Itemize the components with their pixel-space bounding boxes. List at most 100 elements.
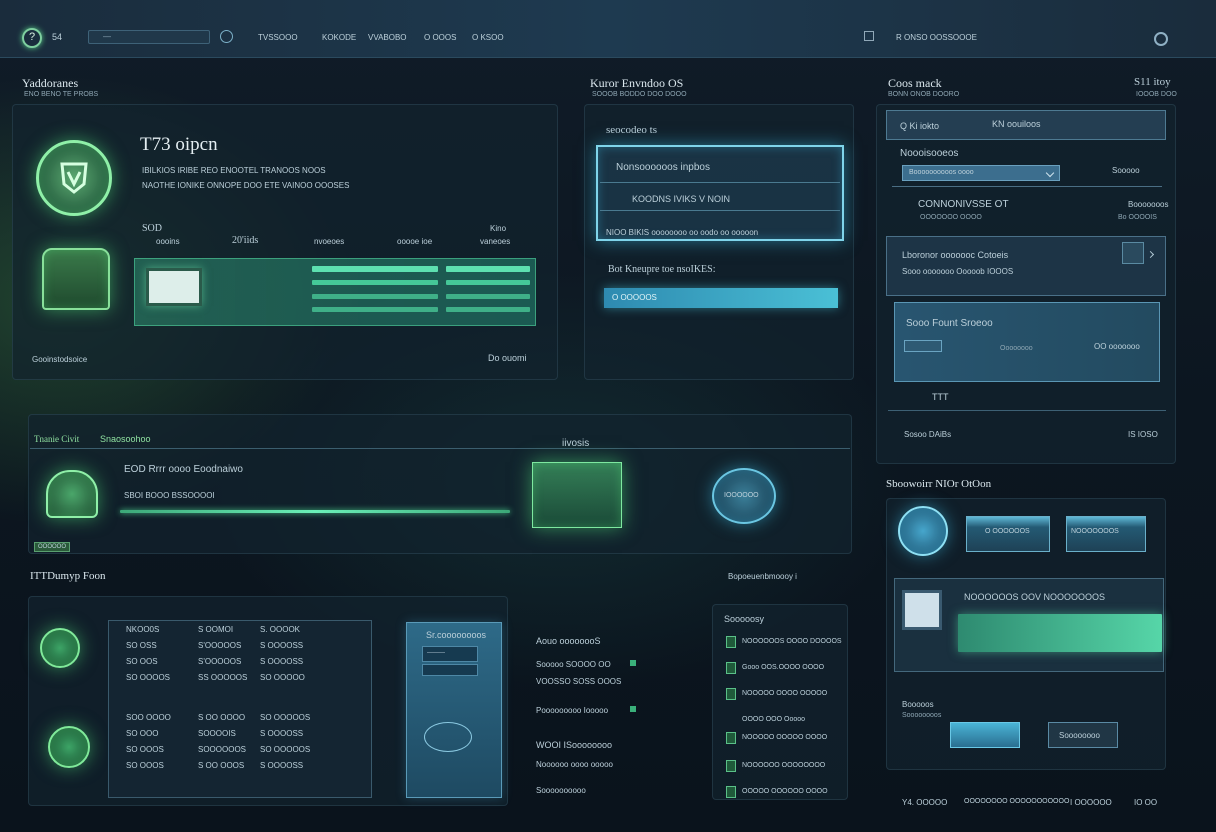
image-icon[interactable] bbox=[1122, 242, 1144, 264]
divider bbox=[600, 210, 840, 211]
panel-f-side-b[interactable]: Sooooo SOOOO OO bbox=[536, 660, 611, 669]
nav-item-5[interactable]: O KSOO bbox=[472, 33, 504, 42]
panel-b-box-item[interactable]: KOODNS IVIKS V NOIN bbox=[632, 194, 730, 204]
panel-c-select-text: Boooooooooos oooo bbox=[909, 169, 974, 176]
panel-c-inner-text: Sooo Fount Sroeoo bbox=[906, 318, 993, 329]
list-item[interactable]: NOOOOO OOOOO OOOO bbox=[724, 730, 844, 748]
fingerprint-icon bbox=[40, 628, 80, 668]
panel-a-line2: NAOTHE IONIKE ONNOPE DOO ETE VAINOO OOOS… bbox=[142, 181, 350, 190]
list-item[interactable]: Gooo OOS.OOOO OOOO bbox=[724, 660, 844, 678]
panel-h-bar2[interactable]: NOOOOOOOS bbox=[1066, 516, 1146, 552]
panel-c-sec2: Lboronor ooooooc Cotoeis bbox=[902, 250, 1009, 260]
nav-item-3[interactable]: VVABOBO bbox=[368, 33, 407, 42]
panel-c-select[interactable]: Boooooooooos oooo bbox=[902, 165, 1060, 181]
menu-icon[interactable] bbox=[864, 31, 874, 41]
progress-a-1 bbox=[312, 266, 438, 272]
panel-a-title: Yaddoranes bbox=[22, 76, 79, 90]
footer-1: Y4. OOOOO bbox=[902, 798, 948, 807]
checkbox-icon bbox=[726, 636, 736, 648]
panel-f-field[interactable]: ——— bbox=[422, 646, 478, 662]
panel-a-footer-left: Gooinstodsoice bbox=[32, 355, 88, 364]
progress-a-2 bbox=[446, 266, 530, 272]
table-row[interactable]: SO OOOS S OO OOOS S OOOOSS bbox=[108, 756, 372, 774]
panel-b-bar-text: O OOOOOS bbox=[612, 293, 657, 302]
panel-c-row1b: KN oouiloos bbox=[992, 119, 1041, 129]
panel-c-title: Coos mack bbox=[888, 76, 942, 90]
top-right-label[interactable]: R ONSO OOSSOOOE bbox=[896, 33, 977, 42]
panel-b-box[interactable] bbox=[596, 145, 844, 241]
list-item-label: OOOOO OOOOOO OOOO bbox=[742, 788, 828, 795]
panel-h-bar1[interactable]: O OOOOOOS bbox=[966, 516, 1050, 552]
card-reader-icon bbox=[42, 248, 110, 310]
table-cell: SO OOOS bbox=[126, 761, 164, 770]
table-cell: SO OOOOOS bbox=[260, 713, 311, 722]
panel-f-field-text: ——— bbox=[427, 650, 445, 656]
panel-c-inner-icon: TTT bbox=[932, 392, 949, 402]
panel-b-box-footer: NIOO BIKIS oooooooo oo oodo oo ooooon bbox=[606, 228, 759, 237]
globe-icon[interactable] bbox=[220, 30, 233, 43]
panel-g-title: Sooooosy bbox=[724, 614, 765, 624]
help-icon[interactable]: ? bbox=[22, 28, 42, 48]
shield-badge-icon bbox=[36, 140, 112, 216]
panel-f-field2[interactable] bbox=[422, 664, 478, 676]
toggle-icon[interactable] bbox=[630, 706, 636, 712]
stat-1: oooins bbox=[156, 237, 180, 246]
search-text: — bbox=[103, 32, 111, 41]
panel-h-bar2-text: NOOOOOOOS bbox=[1071, 528, 1119, 535]
list-item[interactable]: OOOO OOO Ooooo bbox=[724, 712, 844, 730]
list-item[interactable]: NOOOOOOS OOOO DOOOOS bbox=[724, 634, 844, 652]
list-item-label: NOOOOOOS OOOO DOOOOS bbox=[742, 638, 842, 645]
divider bbox=[600, 182, 840, 183]
progress-a-7 bbox=[312, 307, 438, 312]
panel-d-title-a: Tnanie Civit bbox=[34, 434, 80, 444]
panel-c-footer-left: Sosoo DAiBs bbox=[904, 430, 952, 439]
top-bar bbox=[0, 0, 1216, 58]
nav-item-4[interactable]: O OOOS bbox=[424, 33, 456, 42]
panel-c-inner-mid: Oooooooo bbox=[1000, 345, 1033, 352]
panel-h-bar1-text: O OOOOOOS bbox=[985, 528, 1030, 535]
table-cell: S OOMOI bbox=[198, 625, 234, 634]
progress-a-5 bbox=[312, 294, 438, 299]
panel-b-title: Kuror Envndoo OS bbox=[590, 76, 684, 90]
search-input[interactable]: — bbox=[88, 30, 210, 44]
panel-f-side-c[interactable]: VOOSSO SOSS OOOS bbox=[536, 677, 621, 686]
lock-terminal-icon[interactable] bbox=[532, 462, 622, 528]
table-cell: S. OOOOK bbox=[260, 625, 301, 634]
panel-f-side-a: Aouo oooooooS bbox=[536, 636, 601, 646]
toggle-icon[interactable] bbox=[630, 660, 636, 666]
list-item[interactable]: NOOOOO OOOO OOOOO bbox=[724, 686, 844, 704]
settings-icon[interactable] bbox=[1154, 32, 1168, 46]
panel-a-footer-right[interactable]: Do ouomi bbox=[488, 353, 527, 363]
table-title: ITTDumyp Foon bbox=[30, 570, 106, 582]
list-item[interactable]: NOOOOOO OOOOOOOO bbox=[724, 758, 844, 776]
table-right-label: Bopoeuenbmoooy i bbox=[728, 572, 797, 581]
panel-h-button[interactable]: Soooooooo bbox=[1048, 722, 1118, 748]
table-cell: SO OOOOOS bbox=[260, 745, 311, 754]
panel-c-cont-sub: OOOOOOO OOOO bbox=[920, 214, 982, 221]
panel-c-inner-btn[interactable] bbox=[904, 340, 942, 352]
panel-h-sub2: Soooooooos bbox=[902, 712, 942, 719]
panel-h-input[interactable] bbox=[950, 722, 1020, 748]
list-item[interactable]: OOOOO OOOOOO OOOO bbox=[724, 784, 844, 802]
panel-c-row1a: Q Ki iokto bbox=[900, 121, 940, 131]
nav-item-1[interactable]: TVSSOOO bbox=[258, 33, 298, 42]
stat-4: ooooe ioe bbox=[397, 237, 433, 246]
panel-f-side-d[interactable]: Pooooooooo Iooooo bbox=[536, 706, 608, 715]
panel-f-side-g: Soooooooooo bbox=[536, 786, 586, 795]
list-item-label: Gooo OOS.OOOO OOOO bbox=[742, 664, 825, 671]
checkbox-icon bbox=[726, 760, 736, 772]
table-cell: SO OOS bbox=[126, 657, 158, 666]
footer-2: OOOOOOOO OOOOOOOOOOO bbox=[964, 798, 1070, 805]
stat-5a: Kino bbox=[490, 224, 507, 233]
orb-icon[interactable]: IOOOOOO bbox=[712, 468, 776, 524]
panel-c-cont-right: Booooooos bbox=[1128, 200, 1169, 209]
footer-3: I OOOOOO bbox=[1070, 798, 1112, 807]
panel-d-row-sub: SBOI BOOO BSSOOOOI bbox=[124, 491, 215, 500]
nav-item-2[interactable]: KOKODE bbox=[322, 33, 356, 42]
table-cell: SS OOOOOS bbox=[198, 673, 248, 682]
table-cell: SOOOOOOS bbox=[198, 745, 247, 754]
stat-1-label: SOD bbox=[142, 223, 163, 234]
panel-b-input-bar[interactable]: O OOOOOS bbox=[604, 288, 838, 308]
checkbox-icon bbox=[726, 662, 736, 674]
table-row[interactable]: SO OOOOS SS OOOOOS SO OOOOO bbox=[108, 668, 372, 686]
